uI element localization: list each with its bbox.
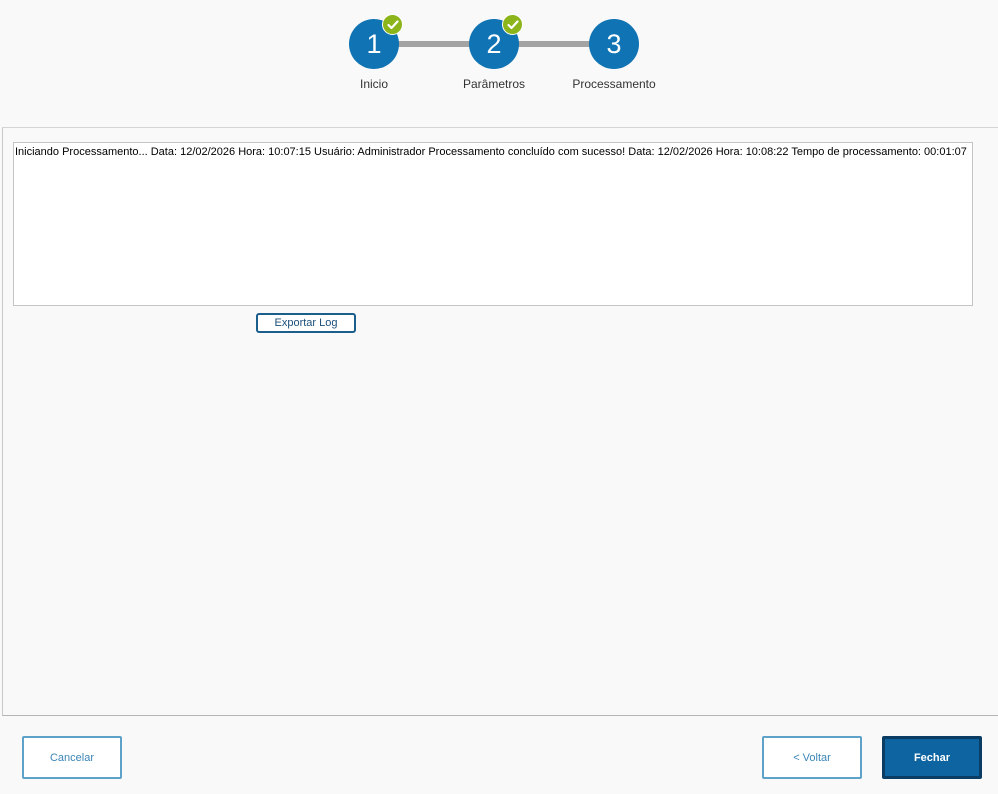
step-1-number: 1 [366,28,382,59]
check-icon [502,14,523,35]
step-3-number: 3 [606,28,622,59]
wizard-window: 1 2 3 Inicio Parâmetros Processamento In… [0,0,998,794]
processing-panel: Iniciando Processamento... Data: 12/02/2… [2,127,998,716]
step-3-circle: 3 [589,19,639,69]
step-1-label: Inicio [359,77,388,91]
step-2-label: Parâmetros [462,77,526,91]
close-button[interactable]: Fechar [882,736,982,779]
step-3-label: Processamento [572,77,656,91]
step-2-number: 2 [486,28,502,59]
step-connector-2-3 [518,41,592,47]
cancel-button[interactable]: Cancelar [22,736,122,779]
export-log-button[interactable]: Exportar Log [256,313,356,333]
step-connector-1-2 [398,41,472,47]
process-log-text: Iniciando Processamento... Data: 12/02/2… [15,146,967,158]
wizard-stepper: 1 2 3 Inicio Parâmetros Processamento [0,0,998,128]
step-1-circle: 1 [349,14,403,69]
back-button[interactable]: < Voltar [762,736,862,779]
step-2-circle: 2 [469,14,523,69]
wizard-footer: Cancelar < Voltar Fechar [0,716,998,794]
check-icon [382,14,403,35]
process-log-textarea[interactable]: Iniciando Processamento... Data: 12/02/2… [13,142,973,306]
